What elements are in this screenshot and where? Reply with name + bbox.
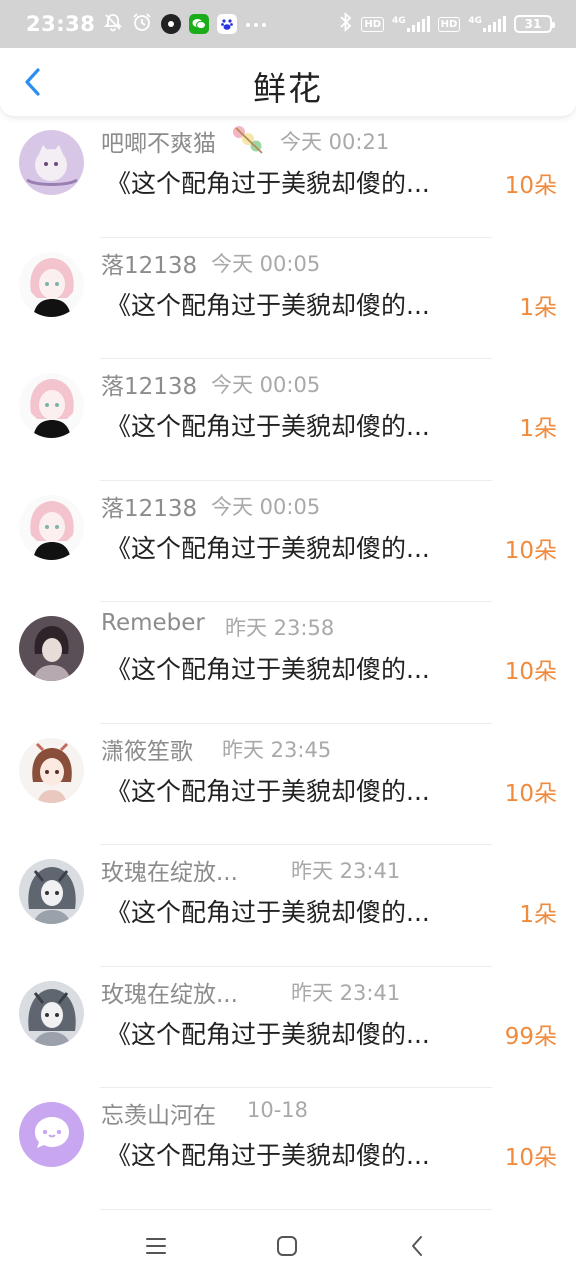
signal-bars-icon bbox=[483, 16, 506, 32]
bluetooth-icon bbox=[339, 11, 353, 36]
system-back-button[interactable] bbox=[403, 1232, 431, 1260]
menu-button[interactable] bbox=[142, 1232, 170, 1260]
flower-count: 1朵 bbox=[519, 416, 557, 442]
list-item[interactable]: 忘羡山河在 10-18 《这个配角过于美貌却傻的... 10朵 bbox=[0, 1088, 576, 1210]
flower-count: 10朵 bbox=[504, 1145, 557, 1171]
hd-badge: HD bbox=[361, 16, 385, 32]
battery-icon: 31 bbox=[514, 15, 555, 33]
flower-count: 10朵 bbox=[504, 780, 557, 807]
home-icon bbox=[277, 1236, 297, 1256]
alarm-icon bbox=[131, 11, 153, 37]
dark-hair-avatar[interactable] bbox=[19, 616, 84, 681]
sender-name: 落12138 bbox=[101, 252, 198, 279]
flower-count: 10朵 bbox=[504, 659, 557, 685]
sender-name: 忘羡山河在 bbox=[101, 1103, 216, 1129]
network-type: 4G bbox=[468, 16, 482, 26]
message-time: 昨天 23:41 bbox=[291, 859, 401, 883]
message-time: 昨天 23:45 bbox=[222, 737, 332, 762]
message-time: 10-18 bbox=[247, 1098, 309, 1122]
brown-hair-girl-avatar[interactable] bbox=[19, 737, 84, 803]
network-type: 4G bbox=[392, 16, 406, 26]
flower-count: 10朵 bbox=[504, 537, 557, 564]
message-time: 今天 00:05 bbox=[211, 494, 321, 519]
status-bar: 23:38 HD 4G HD 4G 31 bbox=[0, 0, 576, 48]
pink-hair-girl-avatar[interactable] bbox=[19, 251, 84, 317]
sender-name: 玫瑰在绽放... bbox=[101, 981, 238, 1008]
hd-badge: HD bbox=[437, 16, 461, 32]
app-icon bbox=[161, 14, 182, 34]
candy-icon bbox=[231, 124, 265, 158]
page-header: 鲜花 bbox=[0, 48, 576, 116]
sender-name: 落12138 bbox=[101, 495, 198, 522]
message-preview: 《这个配角过于美貌却傻的... bbox=[106, 898, 430, 927]
flower-count: 1朵 bbox=[519, 294, 557, 321]
list-item[interactable]: 落12138 今天 00:05 《这个配角过于美貌却傻的... 1朵 bbox=[0, 238, 576, 359]
pink-hair-girl-avatar[interactable] bbox=[19, 494, 84, 560]
list-item[interactable]: 潇筱笙歌 昨天 23:45 《这个配角过于美貌却傻的... 10朵 bbox=[0, 724, 576, 845]
list-item[interactable]: 玫瑰在绽放... 昨天 23:41 《这个配角过于美貌却傻的... 99朵 bbox=[0, 967, 576, 1088]
pink-hair-girl-avatar[interactable] bbox=[19, 373, 84, 438]
baidu-icon bbox=[217, 14, 238, 34]
sender-name: 吧唧不爽猫 bbox=[101, 131, 216, 157]
message-time: 昨天 23:41 bbox=[291, 980, 401, 1005]
purple-cat-avatar[interactable] bbox=[19, 130, 84, 195]
silver-hair-avatar[interactable] bbox=[19, 859, 84, 924]
list-item[interactable]: 落12138 今天 00:05 《这个配角过于美貌却傻的... 10朵 bbox=[0, 481, 576, 602]
signal-bars-icon bbox=[406, 16, 430, 32]
chat-bubble-avatar[interactable] bbox=[19, 1102, 84, 1167]
sender-name: Remeber bbox=[101, 610, 205, 636]
message-time: 今天 00:05 bbox=[211, 373, 321, 397]
sender-name: 落12138 bbox=[101, 374, 198, 400]
status-time: 23:38 bbox=[26, 12, 96, 36]
message-preview: 《这个配角过于美貌却傻的... bbox=[106, 290, 430, 320]
battery-level: 31 bbox=[524, 17, 542, 31]
status-bar-left: 23:38 bbox=[26, 11, 267, 37]
sender-name: 潇筱笙歌 bbox=[101, 738, 193, 765]
status-bar-right: HD 4G HD 4G 31 bbox=[339, 11, 555, 36]
page-title: 鲜花 bbox=[253, 69, 323, 108]
message-preview: 《这个配角过于美貌却傻的... bbox=[106, 1019, 430, 1049]
silver-hair-avatar[interactable] bbox=[19, 980, 84, 1046]
flower-count: 99朵 bbox=[504, 1023, 557, 1050]
wechat-icon bbox=[189, 14, 210, 34]
flower-count: 1朵 bbox=[519, 902, 557, 928]
flower-count: 10朵 bbox=[504, 173, 557, 199]
list-item[interactable]: 玫瑰在绽放... 昨天 23:41 《这个配角过于美貌却傻的... 1朵 bbox=[0, 845, 576, 967]
message-time: 今天 00:05 bbox=[211, 251, 321, 276]
message-time: 今天 00:21 bbox=[280, 130, 390, 154]
signal-1: 4G bbox=[392, 16, 430, 32]
list-item[interactable]: 落12138 今天 00:05 《这个配角过于美貌却傻的... 1朵 bbox=[0, 359, 576, 481]
system-nav-bar bbox=[0, 1210, 576, 1280]
list-item[interactable]: Remeber 昨天 23:58 《这个配角过于美貌却傻的... 10朵 bbox=[0, 602, 576, 724]
menu-icon bbox=[146, 1238, 166, 1254]
message-preview: 《这个配角过于美貌却傻的... bbox=[106, 1141, 430, 1170]
message-preview: 《这个配角过于美貌却傻的... bbox=[106, 412, 430, 441]
message-preview: 《这个配角过于美貌却傻的... bbox=[106, 533, 430, 563]
list-item[interactable]: 吧唧不爽猫 今天 00:21 《这个配角过于美貌却傻的... 10朵 bbox=[0, 116, 576, 238]
signal-2: 4G bbox=[468, 16, 506, 32]
more-icon bbox=[245, 15, 267, 33]
message-preview: 《这个配角过于美貌却傻的... bbox=[106, 655, 430, 684]
message-preview: 《这个配角过于美貌却傻的... bbox=[106, 776, 430, 806]
sender-name: 玫瑰在绽放... bbox=[101, 860, 238, 886]
home-button[interactable] bbox=[273, 1232, 301, 1260]
flower-gift-list: 吧唧不爽猫 今天 00:21 《这个配角过于美貌却傻的... 10朵 落12138 今天 … bbox=[0, 116, 576, 1210]
mute-bell-icon bbox=[103, 12, 123, 36]
back-icon bbox=[412, 1236, 422, 1256]
message-time: 昨天 23:58 bbox=[225, 616, 335, 640]
message-preview: 《这个配角过于美貌却傻的... bbox=[106, 169, 430, 198]
